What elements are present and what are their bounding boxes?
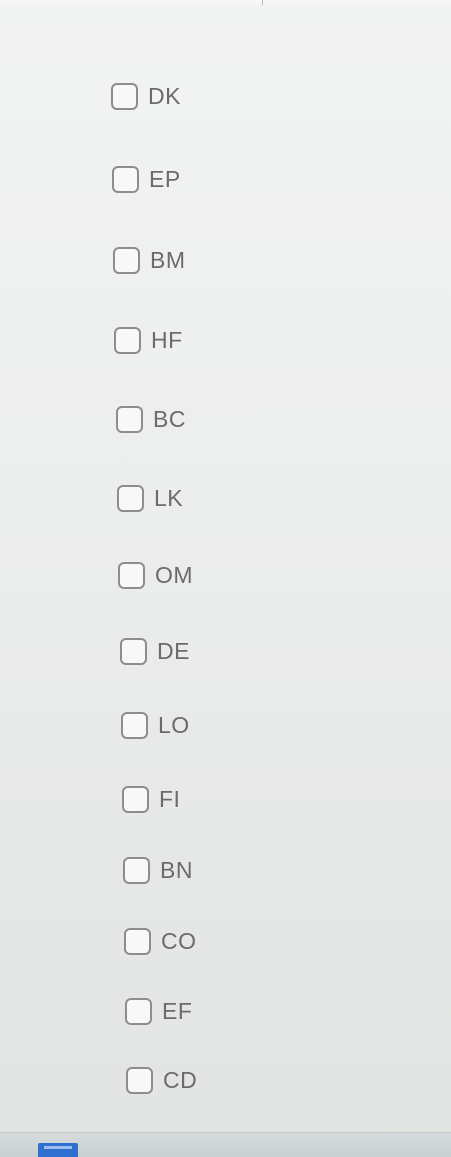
checkbox[interactable]: [118, 561, 145, 589]
checkbox[interactable]: [121, 711, 148, 739]
checkbox-option[interactable]: LK: [117, 481, 183, 515]
checkbox-label: FI: [159, 785, 181, 812]
checkbox-option[interactable]: CO: [124, 924, 197, 958]
checkbox-option[interactable]: BN: [123, 853, 193, 887]
checkbox-label: DK: [148, 82, 181, 109]
checkbox[interactable]: [126, 1066, 153, 1094]
checkbox-option[interactable]: HF: [114, 323, 183, 357]
checkbox-label: LK: [154, 484, 184, 511]
checkbox[interactable]: [112, 165, 139, 193]
checkbox[interactable]: [113, 246, 140, 274]
checkbox-option[interactable]: LO: [121, 708, 190, 742]
checkbox[interactable]: [123, 856, 150, 884]
checkbox-label: EP: [149, 165, 181, 192]
checkbox[interactable]: [111, 82, 138, 110]
checkbox-option[interactable]: EP: [112, 162, 181, 196]
checkbox-label: BC: [153, 405, 186, 432]
checkbox-option[interactable]: CD: [126, 1063, 197, 1097]
checkbox-label: EF: [162, 997, 193, 1024]
checkbox-option[interactable]: DE: [120, 634, 190, 668]
checkbox-option[interactable]: EF: [125, 994, 192, 1028]
checkbox[interactable]: [124, 927, 151, 955]
checkbox-label: HF: [151, 326, 183, 353]
app-icon[interactable]: [38, 1143, 78, 1157]
checkbox[interactable]: [116, 405, 143, 433]
checkbox-label: DE: [157, 637, 190, 664]
checkbox-label: LO: [158, 711, 190, 738]
checkbox[interactable]: [120, 637, 147, 665]
screen: DK EP BM HF BC LK OM DE LO FI BN CO EF C…: [0, 0, 451, 1157]
checkbox[interactable]: [122, 785, 149, 813]
checkbox-option[interactable]: FI: [122, 782, 180, 816]
checkbox-list: DK EP BM HF BC LK OM DE LO FI BN CO EF C…: [0, 0, 451, 1120]
checkbox-label: CD: [163, 1066, 198, 1093]
checkbox-option[interactable]: OM: [118, 558, 193, 592]
checkbox[interactable]: [117, 484, 144, 512]
checkbox-label: BM: [150, 246, 186, 273]
checkbox-label: CO: [161, 927, 197, 954]
checkbox-option[interactable]: BM: [113, 243, 186, 277]
checkbox-label: OM: [155, 561, 194, 588]
checkbox-option[interactable]: BC: [116, 402, 186, 436]
checkbox[interactable]: [114, 326, 141, 354]
checkbox[interactable]: [125, 997, 152, 1025]
checkbox-label: BN: [160, 856, 193, 883]
checkbox-option[interactable]: DK: [111, 79, 181, 113]
